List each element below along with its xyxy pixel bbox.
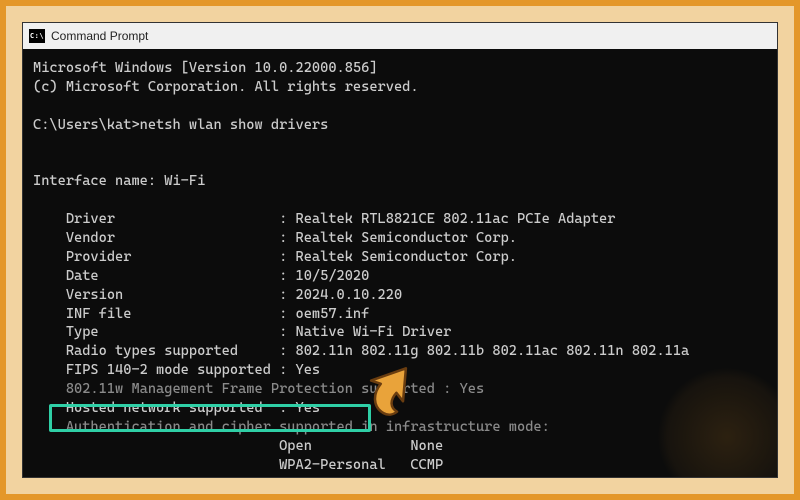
cmd-icon: C:\ bbox=[29, 29, 45, 43]
row-hosted: Hosted network supported : Yes bbox=[66, 400, 320, 416]
screenshot-frame: C:\ Command Prompt Microsoft Windows [Ve… bbox=[0, 0, 800, 500]
row-inf: INF file : oem57.inf bbox=[66, 306, 370, 322]
copyright-line: (c) Microsoft Corporation. All rights re… bbox=[33, 79, 419, 95]
row-driver: Driver : Realtek RTL8821CE 802.11ac PCIe… bbox=[66, 211, 616, 227]
interface-line: Interface name: Wi-Fi bbox=[33, 173, 205, 189]
row-mfp: 802.11w Management Frame Protection supp… bbox=[66, 381, 484, 397]
row-date: Date : 10/5/2020 bbox=[66, 268, 370, 284]
command-text: netsh wlan show drivers bbox=[140, 117, 329, 133]
row-auth-header: Authentication and cipher supported in i… bbox=[66, 419, 550, 435]
terminal-output[interactable]: Microsoft Windows [Version 10.0.22000.85… bbox=[23, 49, 777, 477]
row-radio: Radio types supported : 802.11n 802.11g … bbox=[66, 343, 689, 359]
window-title: Command Prompt bbox=[51, 30, 148, 42]
os-version-line: Microsoft Windows [Version 10.0.22000.85… bbox=[33, 60, 378, 76]
row-auth2: WPA2-Personal CCMP bbox=[279, 457, 443, 473]
row-fips: FIPS 140-2 mode supported : Yes bbox=[66, 362, 320, 378]
row-type: Type : Native Wi-Fi Driver bbox=[66, 324, 452, 340]
window-titlebar[interactable]: C:\ Command Prompt bbox=[23, 23, 777, 50]
row-version: Version : 2024.0.10.220 bbox=[66, 287, 402, 303]
prompt-path: C:\Users\kat> bbox=[33, 117, 140, 133]
row-auth1: Open None bbox=[279, 438, 443, 454]
row-vendor: Vendor : Realtek Semiconductor Corp. bbox=[66, 230, 517, 246]
row-provider: Provider : Realtek Semiconductor Corp. bbox=[66, 249, 517, 265]
command-prompt-window: C:\ Command Prompt Microsoft Windows [Ve… bbox=[22, 22, 778, 478]
